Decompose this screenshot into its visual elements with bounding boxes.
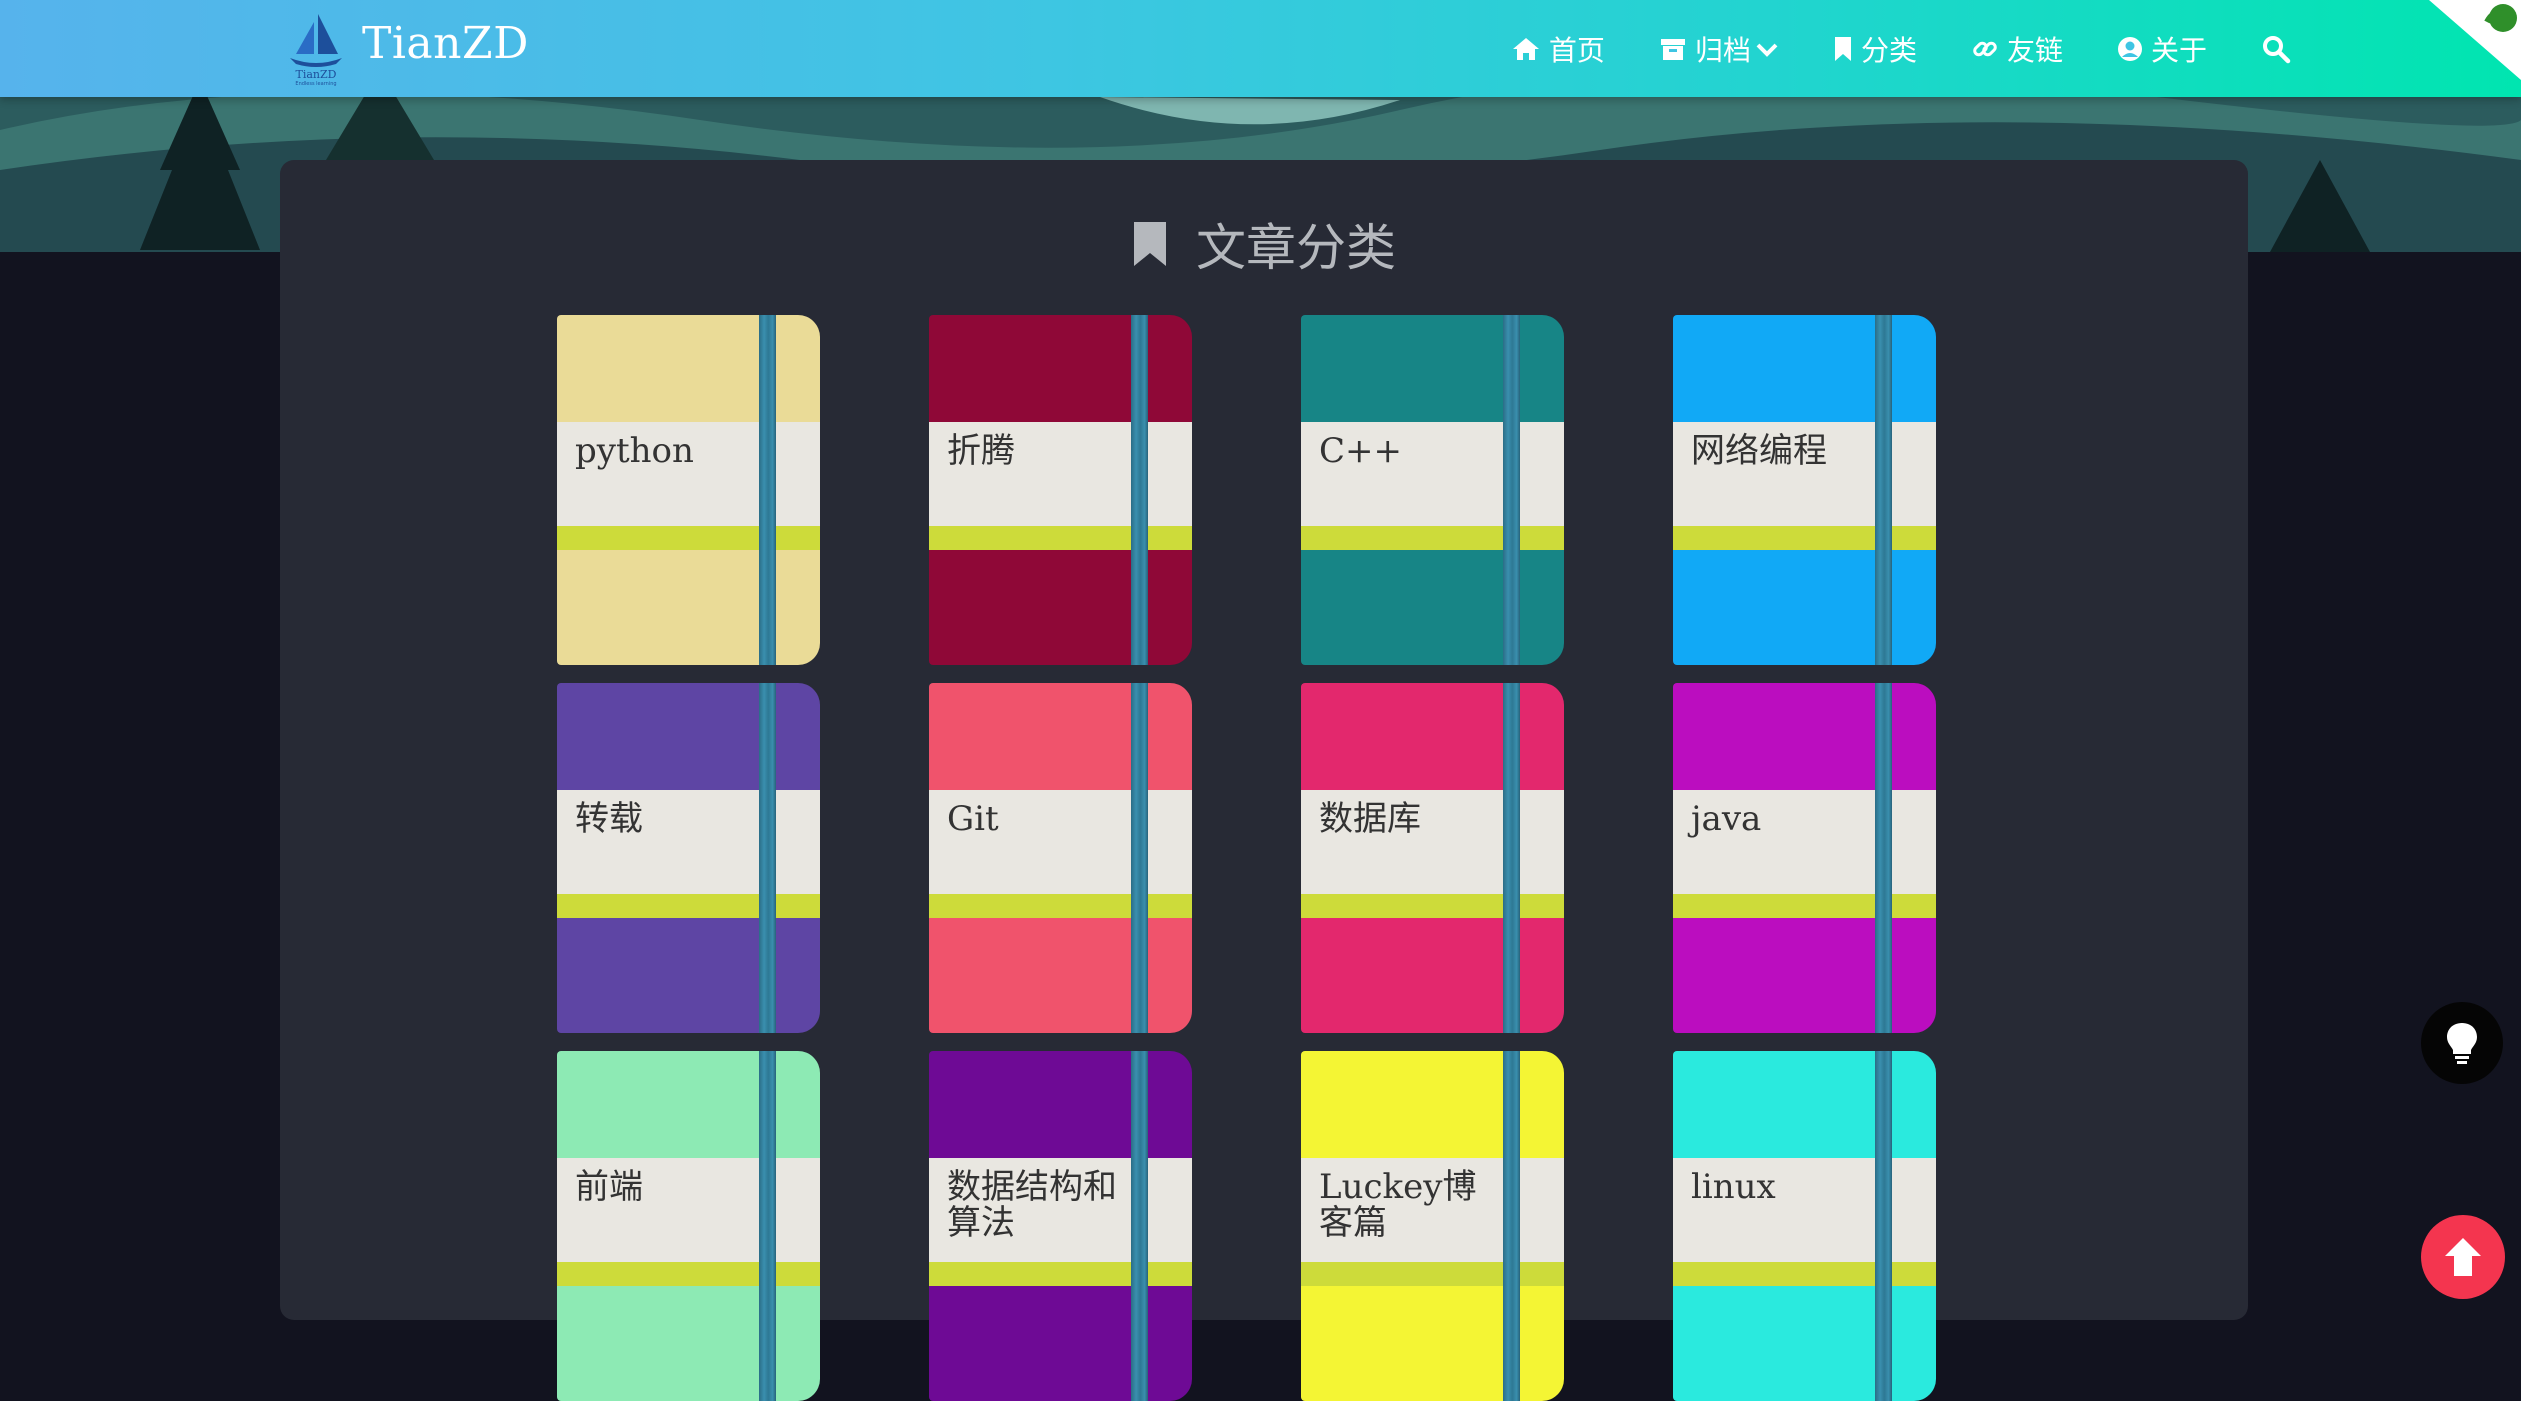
nav-item-label: 关于: [2150, 33, 2207, 67]
home-icon: [1512, 37, 1539, 60]
category-card-strap: [759, 315, 776, 665]
chevron-down-icon: [1756, 43, 1778, 57]
category-card[interactable]: 转载: [557, 683, 820, 1033]
nav-item-label: 分类: [1860, 33, 1917, 67]
nav-item-label: 首页: [1548, 33, 1605, 67]
page-title-text: 文章分类: [1196, 219, 1396, 277]
category-card-stripe: [929, 1262, 1192, 1286]
category-name: linux: [1691, 1167, 1776, 1207]
category-card-stripe: [1301, 894, 1564, 918]
archive-icon: [1660, 38, 1685, 60]
category-card[interactable]: linux: [1673, 1051, 1936, 1401]
nav-item-about[interactable]: 关于: [2117, 29, 2207, 69]
category-card-strap: [1131, 1051, 1148, 1401]
category-card[interactable]: java: [1673, 683, 1936, 1033]
category-card-strap: [1875, 683, 1892, 1033]
category-card[interactable]: Luckey博客篇: [1301, 1051, 1564, 1401]
nav-item-categories[interactable]: 分类: [1833, 29, 1917, 69]
category-card[interactable]: 折腾: [929, 315, 1192, 665]
nav-item-links[interactable]: 友链: [1971, 29, 2063, 69]
category-card[interactable]: C++: [1301, 315, 1564, 665]
site-title[interactable]: TianZD: [362, 18, 529, 69]
arrow-up-icon: [2445, 1238, 2481, 1276]
category-card-stripe: [557, 894, 820, 918]
lightbulb-icon: [2447, 1023, 2477, 1064]
back-to-top-button[interactable]: [2421, 1215, 2505, 1299]
top-nav: TianZD Endless learning TianZD 首页 归档 分类 …: [0, 0, 2521, 97]
page-title: 文章分类: [280, 208, 2248, 280]
bookmark-icon: [1834, 36, 1851, 61]
category-card[interactable]: python: [557, 315, 820, 665]
nav-item-home[interactable]: 首页: [1511, 29, 1605, 69]
category-card[interactable]: Git: [929, 683, 1192, 1033]
category-card-strap: [1503, 1051, 1520, 1401]
category-name: 转载: [575, 799, 643, 839]
link-icon: [1973, 41, 1997, 56]
theme-toggle-button[interactable]: [2421, 1002, 2503, 1084]
nav-item-label: 友链: [2006, 33, 2063, 67]
category-card-stripe: [1673, 526, 1936, 550]
category-card-stripe: [1673, 1262, 1936, 1286]
category-card-strap: [1875, 1051, 1892, 1401]
category-name: 折腾: [947, 431, 1015, 471]
nav-item-archive[interactable]: 归档: [1659, 29, 1779, 69]
category-card-stripe: [557, 1262, 820, 1286]
category-card[interactable]: 数据库: [1301, 683, 1564, 1033]
category-name: 数据库: [1319, 799, 1421, 839]
category-card[interactable]: 前端: [557, 1051, 820, 1401]
category-card-strap: [1131, 315, 1148, 665]
search-icon: [2263, 35, 2291, 63]
category-name: Git: [947, 799, 999, 839]
category-name: java: [1691, 799, 1762, 839]
logo-subtext: Endless learning: [295, 81, 336, 87]
github-corner[interactable]: [2429, 0, 2521, 80]
category-name: 前端: [575, 1167, 643, 1207]
category-card-strap: [1131, 683, 1148, 1033]
bookmark-icon: [1134, 222, 1166, 266]
category-card-strap: [759, 683, 776, 1033]
category-card-stripe: [1673, 894, 1936, 918]
nav-menu: 首页 归档 分类 友链 关于: [1457, 0, 2291, 97]
category-name: C++: [1319, 431, 1402, 471]
site-logo[interactable]: TianZD Endless learning: [280, 8, 352, 88]
category-card[interactable]: 数据结构和算法: [929, 1051, 1192, 1401]
user-circle-icon: [2117, 36, 2142, 61]
nav-item-label: 归档: [1694, 33, 1751, 67]
category-card-stripe: [557, 526, 820, 550]
category-name: python: [575, 431, 694, 471]
category-card[interactable]: 网络编程: [1673, 315, 1936, 665]
category-name: 网络编程: [1691, 431, 1827, 471]
category-card-strap: [759, 1051, 776, 1401]
category-card-stripe: [1301, 526, 1564, 550]
category-card-stripe: [929, 526, 1192, 550]
category-card-stripe: [929, 894, 1192, 918]
category-name: Luckey博客篇: [1319, 1167, 1477, 1243]
categories-card: 文章分类 python 折腾 C++ 网络编程转载 Git 数据库 java 前端 数据结构和算…: [280, 160, 2248, 1401]
category-card-strap: [1875, 315, 1892, 665]
category-card-strap: [1503, 315, 1520, 665]
search-button[interactable]: [2261, 34, 2291, 64]
logo-text: TianZD: [296, 68, 337, 81]
category-name: 数据结构和算法: [947, 1167, 1117, 1243]
category-card-stripe: [1301, 1262, 1564, 1286]
category-card-strap: [1503, 683, 1520, 1033]
